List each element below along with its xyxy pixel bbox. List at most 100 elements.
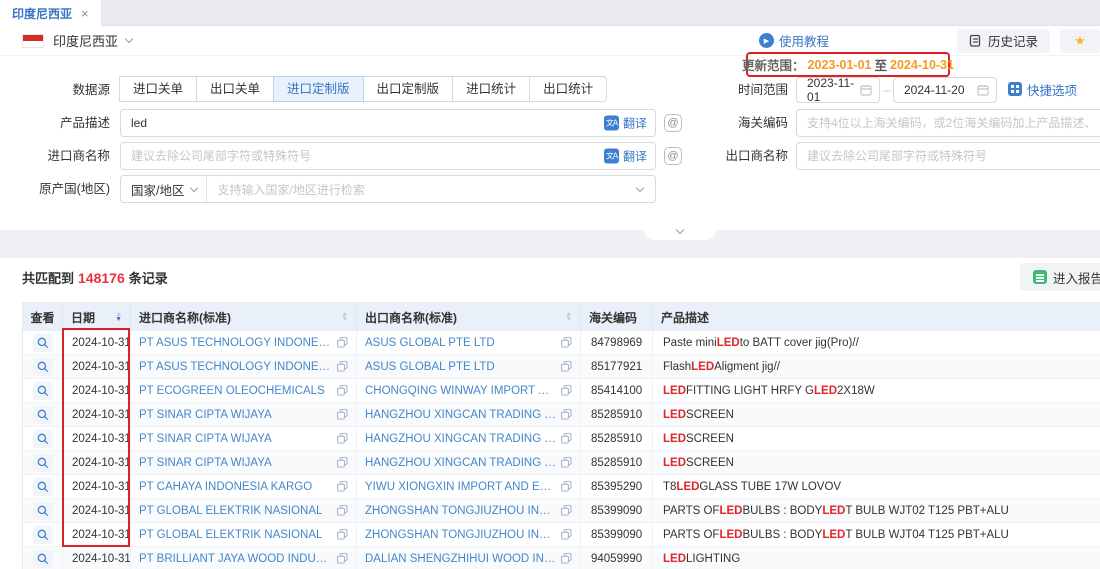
magnifier-icon[interactable] (33, 502, 53, 520)
close-icon[interactable]: × (81, 6, 89, 21)
example-icon[interactable]: @ (664, 114, 682, 132)
end-date-input[interactable]: 2024-11-20 (893, 77, 997, 103)
copy-icon[interactable] (561, 337, 572, 348)
product-desc-input[interactable] (120, 109, 656, 137)
exporter-link[interactable]: HANGZHOU XINGCAN TRADING CO LTD (365, 409, 556, 421)
magnifier-icon[interactable] (33, 406, 53, 424)
copy-icon[interactable] (337, 481, 348, 492)
description-cell: LED SCREEN (653, 403, 1100, 427)
description-cell: T8 LED GLASS TUBE 17W LOVOV (653, 475, 1100, 499)
importer-link[interactable]: PT SINAR CIPTA WIJAYA (139, 409, 272, 421)
datasource-tab[interactable]: 进口定制版 (273, 76, 364, 102)
exporter-link[interactable]: DALIAN SHENGZHIHUI WOOD INDUST... (365, 553, 556, 565)
exporter-link[interactable]: CHONGQING WINWAY IMPORT AND E... (365, 385, 556, 397)
table-row: 2024-10-31 PT GLOBAL ELEKTRIK NASIONAL Z… (23, 523, 1100, 547)
col-exporter[interactable]: 出口商名称(标准)▲▼ (357, 303, 581, 331)
magnifier-icon[interactable] (33, 430, 53, 448)
copy-icon[interactable] (561, 505, 572, 516)
clipboard-icon (969, 34, 982, 47)
copy-icon[interactable] (561, 385, 572, 396)
origin-type-select[interactable]: 国家/地区 (121, 176, 207, 202)
copy-icon[interactable] (337, 337, 348, 348)
hs-code-cell: 85177921 (581, 355, 653, 379)
datasource-tab[interactable]: 进口统计 (452, 76, 530, 102)
filter-panel: 数据源 进口关单出口关单进口定制版出口定制版进口统计出口统计 时间范围 2023… (0, 56, 1100, 230)
copy-icon[interactable] (337, 433, 348, 444)
datasource-tab[interactable]: 出口关单 (196, 76, 274, 102)
copy-icon[interactable] (337, 553, 348, 564)
copy-icon[interactable] (337, 385, 348, 396)
favorite-button[interactable]: ★ (1060, 29, 1100, 53)
description-cell: Flash LED Aligment jig// (653, 355, 1100, 379)
sort-icon[interactable]: ▲▼ (109, 312, 122, 323)
importer-link[interactable]: PT GLOBAL ELEKTRIK NASIONAL (139, 505, 322, 517)
datasource-tab[interactable]: 出口统计 (529, 76, 607, 102)
translate-button[interactable]: 文A 翻译 (604, 148, 647, 165)
copy-icon[interactable] (337, 409, 348, 420)
importer-link[interactable]: PT SINAR CIPTA WIJAYA (139, 433, 272, 445)
magnifier-icon[interactable] (33, 478, 53, 496)
copy-icon[interactable] (561, 529, 572, 540)
hs-code-cell: 84798969 (581, 331, 653, 355)
table-row: 2024-10-31 PT CAHAYA INDONESIA KARGO YIW… (23, 475, 1100, 499)
history-button[interactable]: 历史记录 (957, 29, 1050, 53)
date-separator: – (884, 77, 891, 103)
col-date[interactable]: 日期▲▼ (63, 303, 131, 331)
copy-icon[interactable] (337, 529, 348, 540)
origin-select[interactable]: 国家/地区 支持输入国家/地区进行检索 (120, 175, 656, 203)
calendar-icon (860, 84, 872, 96)
datasource-tab[interactable]: 出口定制版 (363, 76, 454, 102)
date-cell: 2024-10-31 (63, 355, 131, 379)
translate-button[interactable]: 文A 翻译 (604, 115, 647, 132)
importer-link[interactable]: PT CAHAYA INDONESIA KARGO (139, 481, 312, 493)
copy-icon[interactable] (337, 361, 348, 372)
datasource-tab[interactable]: 进口关单 (119, 76, 197, 102)
importer-link[interactable]: PT ASUS TECHNOLOGY INDONESIA BA... (139, 361, 332, 373)
exporter-link[interactable]: ZHONGSHAN TONGJIUZHOU INTERNA... (365, 529, 556, 541)
exporter-link[interactable]: HANGZHOU XINGCAN TRADING CO LTD (365, 433, 556, 445)
table-body: 2024-10-31 PT ASUS TECHNOLOGY INDONESIA … (23, 331, 1100, 569)
col-importer[interactable]: 进口商名称(标准)▲▼ (131, 303, 357, 331)
importer-link[interactable]: PT ASUS TECHNOLOGY INDONESIA BA... (139, 337, 332, 349)
copy-icon[interactable] (561, 361, 572, 372)
tab-indonesia[interactable]: 印度尼西亚 × (0, 0, 101, 26)
exporter-link[interactable]: ZHONGSHAN TONGJIUZHOU INTERNA... (365, 505, 556, 517)
magnifier-icon[interactable] (33, 334, 53, 352)
copy-icon[interactable] (561, 553, 572, 564)
hs-code-input[interactable] (796, 109, 1100, 137)
importer-link[interactable]: PT BRILLIANT JAYA WOOD INDUSTRY (139, 553, 332, 565)
exporter-link[interactable]: ASUS GLOBAL PTE LTD (365, 337, 495, 349)
exporter-link[interactable]: YIWU XIONGXIN IMPORT AND EXPORT... (365, 481, 556, 493)
copy-icon[interactable] (561, 433, 572, 444)
magnifier-icon[interactable] (33, 550, 53, 568)
sort-icon[interactable]: ▲▼ (335, 312, 348, 323)
update-range-separator: 至 (875, 55, 888, 74)
copy-icon[interactable] (337, 505, 348, 516)
chevron-down-icon[interactable] (125, 35, 133, 43)
copy-icon[interactable] (561, 481, 572, 492)
magnifier-icon[interactable] (33, 382, 53, 400)
importer-input[interactable] (120, 142, 656, 170)
magnifier-icon[interactable] (33, 358, 53, 376)
importer-link[interactable]: PT GLOBAL ELEKTRIK NASIONAL (139, 529, 322, 541)
copy-icon[interactable] (337, 457, 348, 468)
exporter-input[interactable] (796, 142, 1100, 170)
view-cell (23, 475, 63, 499)
importer-link[interactable]: PT ECOGREEN OLEOCHEMICALS (139, 385, 325, 397)
copy-icon[interactable] (561, 457, 572, 468)
start-date-input[interactable]: 2023-11-01 (796, 77, 880, 103)
collapse-panel-button[interactable] (644, 224, 716, 240)
example-icon[interactable]: @ (664, 147, 682, 165)
sort-icon[interactable]: ▲▼ (559, 312, 572, 323)
exporter-link[interactable]: HANGZHOU XINGCAN TRADING CO LTD (365, 457, 556, 469)
date-cell: 2024-10-31 (63, 379, 131, 403)
magnifier-icon[interactable] (33, 454, 53, 472)
enter-report-button[interactable]: 进入报告 (1020, 263, 1100, 291)
importer-link[interactable]: PT SINAR CIPTA WIJAYA (139, 457, 272, 469)
tutorial-link[interactable]: ▶ 使用教程 (759, 31, 829, 50)
magnifier-icon[interactable] (33, 526, 53, 544)
quick-options-link[interactable]: 快捷选项 (1008, 76, 1077, 102)
copy-icon[interactable] (561, 409, 572, 420)
exporter-link[interactable]: ASUS GLOBAL PTE LTD (365, 361, 495, 373)
translate-icon: 文A (604, 116, 619, 131)
